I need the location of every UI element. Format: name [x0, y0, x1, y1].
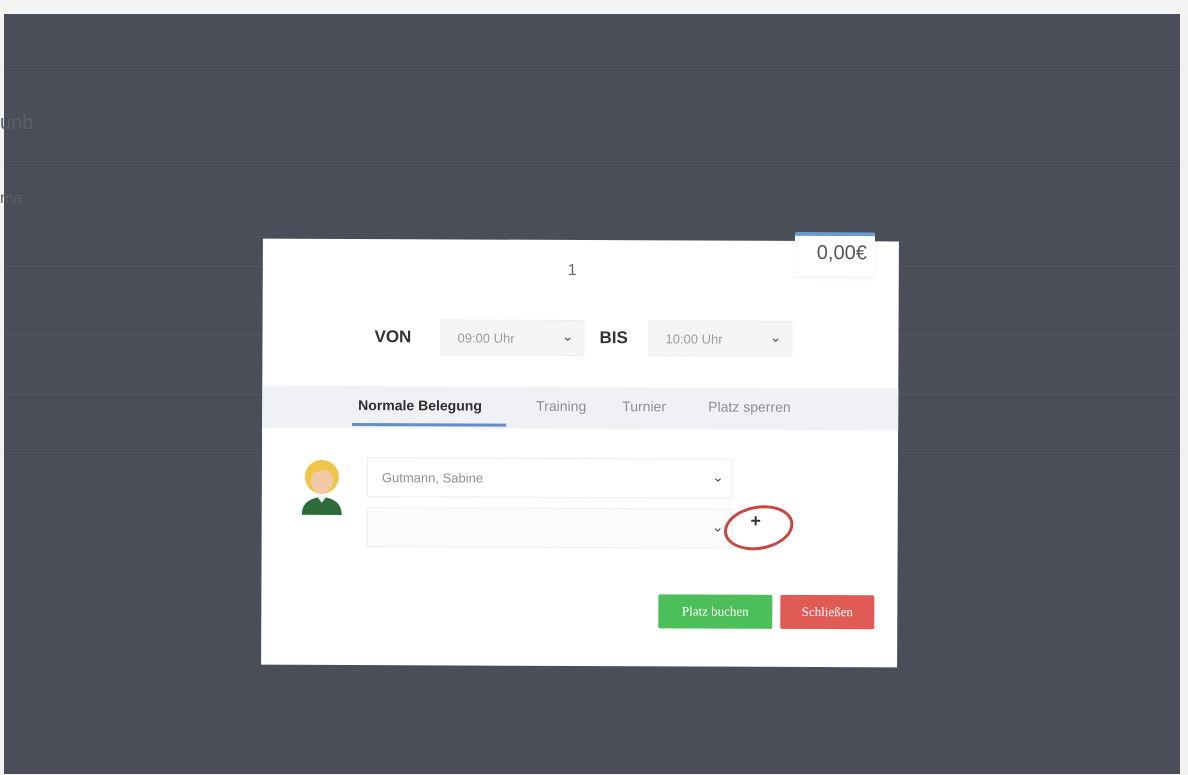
player-2-select[interactable]: ⌄ [366, 507, 733, 549]
tab-turnier[interactable]: Turnier [622, 398, 666, 414]
book-court-button[interactable]: Platz buchen [658, 594, 773, 629]
close-button[interactable]: Schließen [780, 594, 875, 630]
booking-type-tabs: Normale Belegung Training Turnier Platz … [262, 385, 899, 431]
player-1-select[interactable]: Gutmann, Sabine ⌄ [366, 457, 733, 499]
start-time-value: 09:00 Uhr [457, 329, 515, 346]
price-value: 0,00€ [816, 242, 867, 265]
chevron-down-icon: ⌄ [769, 328, 782, 345]
court-number: 1 [567, 261, 577, 279]
background-text: ma [0, 190, 23, 207]
background-divider [4, 68, 1180, 69]
start-time-select[interactable]: 09:00 Uhr ⌄ [440, 319, 585, 357]
von-label: VON [374, 327, 412, 347]
active-tab-indicator [352, 423, 507, 427]
player-1-value: Gutmann, Sabine [381, 470, 484, 486]
price-badge: 0,00€ [794, 231, 875, 277]
background-divider [4, 164, 1180, 165]
booking-dialog: 0,00€ 1 VON 09:00 Uhr ⌄ BIS 10:00 Uhr ⌄ … [261, 231, 899, 668]
chevron-down-icon: ⌄ [712, 468, 724, 485]
bis-label: BIS [599, 328, 628, 348]
chevron-down-icon: ⌄ [561, 327, 574, 344]
end-time-select[interactable]: 10:00 Uhr ⌄ [648, 320, 793, 357]
end-time-value: 10:00 Uhr [665, 330, 723, 347]
tab-training[interactable]: Training [536, 398, 586, 414]
background-text: unb [0, 112, 34, 134]
tab-normale-belegung[interactable]: Normale Belegung [358, 397, 482, 414]
chevron-down-icon: ⌄ [711, 518, 724, 535]
tab-platz-sperren[interactable]: Platz sperren [708, 399, 791, 415]
avatar-icon [301, 459, 342, 515]
